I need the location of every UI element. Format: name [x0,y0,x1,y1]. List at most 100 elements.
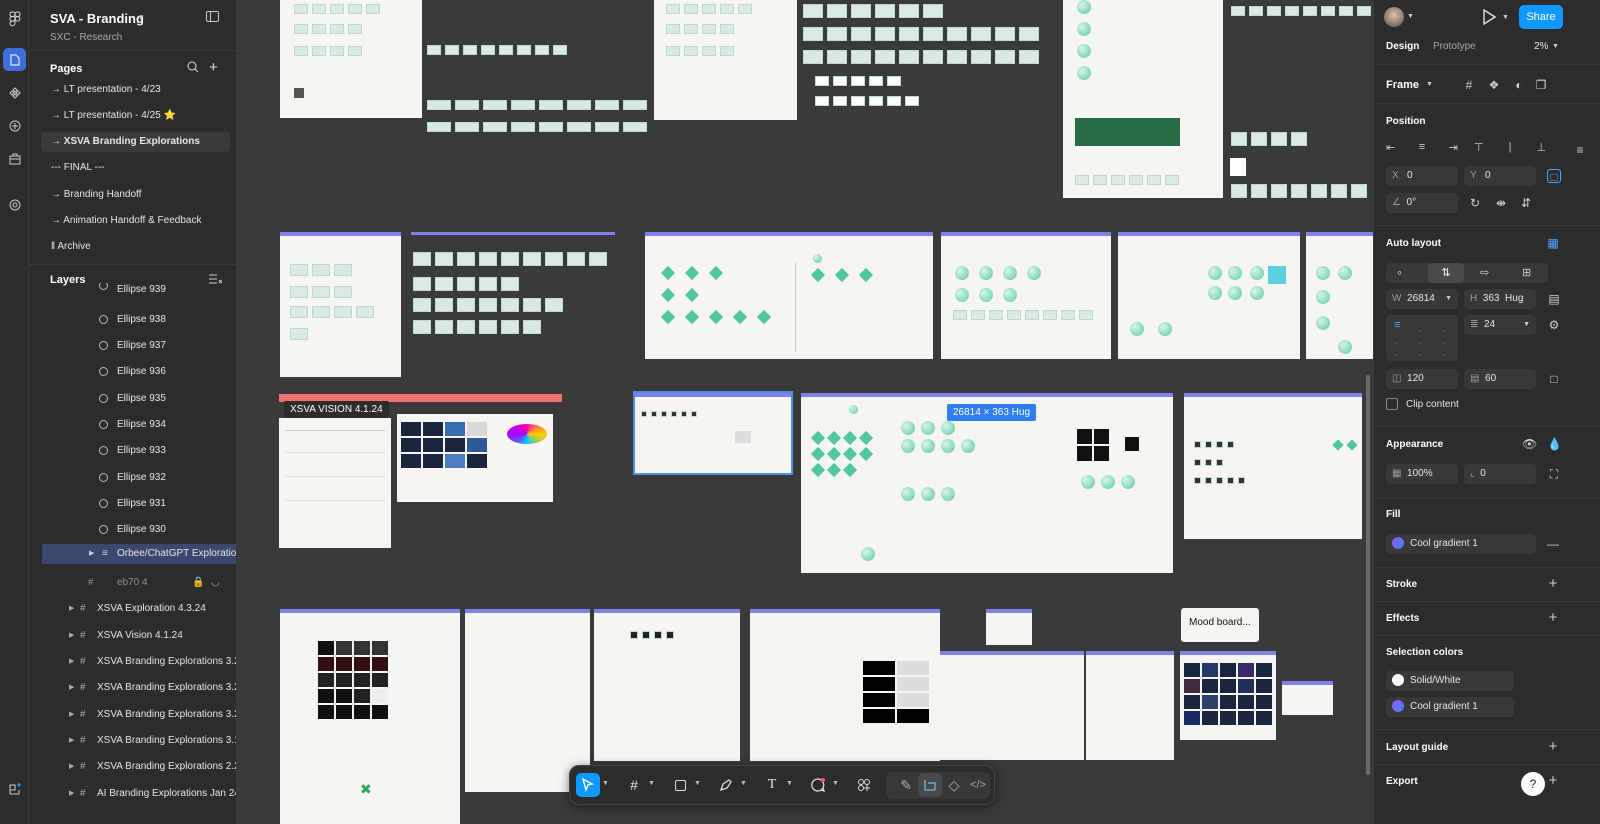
chevron-down-icon[interactable]: ▼ [1552,43,1559,50]
chevron-down-icon[interactable]: ▼ [694,780,701,787]
sidebar-toggle-icon[interactable] [206,11,219,22]
zoom-level[interactable]: 2% [1534,41,1548,52]
grid-icon[interactable]: # [1462,78,1476,92]
chevron-down-icon[interactable]: ▼ [786,780,793,787]
layer-row[interactable]: ▶ # XSVA Exploration 4.3.24 [29,596,236,622]
board-frame[interactable] [654,0,797,120]
layer-row[interactable]: Ellipse 935 [29,386,236,412]
chevron-down-icon[interactable]: ▼ [1407,13,1414,20]
vertical-scrollbar[interactable] [1366,375,1370,775]
add-layout-guide-icon[interactable]: + [1546,739,1560,754]
layer-row[interactable]: Ellipse 930 [29,517,236,543]
search-icon[interactable] [187,61,199,73]
figma-menu-icon[interactable] [3,7,26,30]
selection-color-row[interactable]: Cool gradient 1 [1386,697,1514,717]
alignment-grid[interactable]: ≡ · · · · · · · · [1386,315,1458,361]
vertical-align-group[interactable]: ⊤ | ⊥ [1474,141,1546,161]
board-frame[interactable] [1180,651,1276,740]
distribute-icon[interactable]: ≡ [1573,143,1587,157]
selection-color-row[interactable]: Solid/White [1386,671,1514,691]
chevron-down-icon[interactable]: ▼ [832,780,839,787]
layer-row[interactable]: Ellipse 932 [29,465,236,491]
page-item[interactable]: → LT presentation - 4/25 ⭐ [41,106,230,126]
constraints-icon[interactable]: □ [1547,169,1561,184]
independent-corners-icon[interactable]: ⛶ [1547,467,1561,481]
board-frame[interactable] [750,609,940,761]
layer-row[interactable]: Ellipse 933 [29,438,236,464]
blend-mode-icon[interactable]: 💧 [1547,437,1562,451]
rectangle-tool-icon[interactable] [668,773,692,797]
layer-row[interactable]: ▶ # XSVA Vision 4.1.24 [29,623,236,649]
layer-row[interactable]: # eb70 4 🔒 ◡ [29,570,236,596]
horizontal-align-group[interactable]: ⇤ ≡ ⇥ [1386,141,1458,161]
layer-row[interactable]: ▶ # XSVA Branding Explorations 3.2 [29,702,236,728]
horizontal-padding-field[interactable]: ◫ 120 [1386,369,1458,389]
eye-icon[interactable]: 👁 [1522,437,1537,451]
mask-icon[interactable]: ◐ [1512,78,1526,92]
design-mode-icon[interactable] [918,773,942,797]
add-export-icon[interactable]: + [1546,773,1560,788]
rotation-field[interactable]: ∠ 0° [1386,193,1458,213]
vertical-padding-field[interactable]: ▤ 60 [1464,369,1536,389]
page-item[interactable]: → Animation Handoff & Feedback [41,211,230,231]
board-frame[interactable]: ✖ [280,609,460,824]
board-frame[interactable] [1282,681,1333,715]
page-item[interactable]: ‖ Archive [41,237,230,257]
layer-row[interactable]: Ellipse 934 [29,412,236,438]
assets-icon[interactable] [3,81,26,104]
layer-row[interactable]: ▶ # XSVA Branding Explorations 3.1 [29,728,236,754]
component-icon[interactable]: ❖ [1487,78,1501,92]
page-item[interactable]: → Branding Handoff [41,185,230,205]
layer-row[interactable]: Ellipse 938 [29,307,236,333]
layer-row[interactable]: Ellipse 936 [29,359,236,385]
board-frame[interactable] [1063,0,1223,198]
board-frame[interactable] [645,232,933,359]
chevron-down-icon[interactable]: ▼ [648,780,655,787]
board-frame[interactable] [594,609,740,761]
layer-row[interactable]: Ellipse 937 [29,333,236,359]
gap-field[interactable]: ≣ 24 ▼ [1464,315,1536,335]
board-frame[interactable] [1306,232,1373,359]
vision-label[interactable]: XSVA VISION 4.1.24 [284,401,389,418]
text-tool-icon[interactable]: T [760,773,784,797]
settings-icon[interactable] [3,193,26,216]
chevron-down-icon[interactable]: ▼ [602,780,609,787]
layer-row[interactable]: ▶ # AI Branding Explorations Jan 24 [29,781,236,807]
file-icon[interactable] [3,48,26,71]
page-item[interactable]: → LT presentation - 4/23 [41,80,230,100]
present-icon[interactable] [1482,8,1498,26]
direction-segmented-control[interactable]: ∘ ⇅ ⇨ ⊞ [1386,263,1548,283]
frame-tool-icon[interactable]: # [622,773,646,797]
board-frame[interactable] [280,0,422,118]
flip-vertical-icon[interactable]: ⇵ [1519,196,1533,210]
chevron-down-icon[interactable]: ▼ [740,780,747,787]
prototype-mode-icon[interactable]: ◇ [942,773,966,797]
remove-fill-icon[interactable]: — [1546,537,1560,551]
instance-icon[interactable]: ❐ [1534,78,1548,92]
board-frame[interactable] [941,232,1111,359]
page-item[interactable]: --- FINAL --- [41,158,230,178]
y-field[interactable]: Y 0 [1464,166,1536,186]
opacity-field[interactable]: ▦ 100% [1386,464,1458,484]
add-page-icon[interactable]: + [209,59,218,76]
file-title[interactable]: SVA - Branding [50,11,144,26]
resize-icon[interactable]: ▤ [1547,292,1561,306]
x-field[interactable]: X 0 [1386,166,1458,186]
corner-radius-field[interactable]: ⌞ 0 [1464,464,1536,484]
avatar[interactable] [1384,7,1404,27]
chevron-down-icon[interactable]: ▼ [137,13,145,22]
layer-row-selected[interactable]: ▶ ≡ Orbee/ChatGPT Explorations [42,544,236,564]
chevron-down-icon[interactable]: ▼ [1426,81,1433,88]
layer-row[interactable]: ▶ # XSVA Branding Explorations 3.2 [29,649,236,675]
add-effect-icon[interactable]: + [1546,610,1560,625]
layer-row[interactable]: ▶ # XSVA Branding Explorations 2.2 [29,754,236,780]
actions-icon[interactable] [852,773,876,797]
layer-row[interactable]: Ellipse 931 [29,491,236,517]
rotate-icon[interactable]: ↻ [1468,196,1482,210]
board-frame[interactable] [1118,232,1300,359]
plugins-icon[interactable] [3,114,26,137]
selected-frame[interactable] [633,391,793,475]
layout-settings-icon[interactable]: ⚙ [1547,318,1561,332]
board-frame[interactable] [279,418,391,548]
add-stroke-icon[interactable]: + [1546,576,1560,591]
